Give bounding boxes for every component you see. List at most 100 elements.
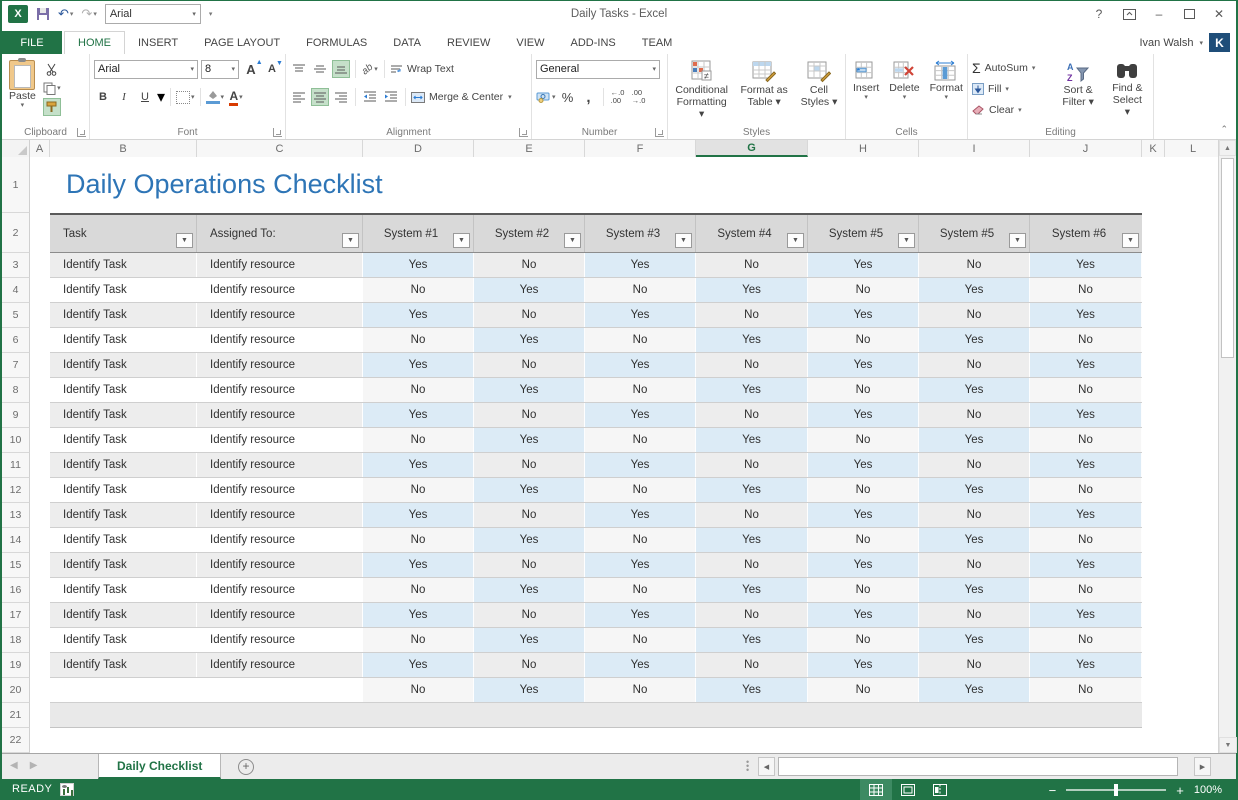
zoom-slider-thumb[interactable] xyxy=(1114,784,1118,796)
assigned-cell[interactable]: Identify resource xyxy=(197,653,363,677)
task-cell[interactable]: Identify Task xyxy=(50,478,197,502)
system-value-cell[interactable]: No xyxy=(1030,578,1142,602)
table-header-cell[interactable]: System #2▼ xyxy=(474,215,585,252)
increase-font-button[interactable]: A▲ xyxy=(242,60,260,78)
system-value-cell[interactable]: Yes xyxy=(363,453,474,477)
assigned-cell[interactable]: Identify resource xyxy=(197,603,363,627)
system-value-cell[interactable]: No xyxy=(919,603,1030,627)
system-value-cell[interactable]: Yes xyxy=(808,553,919,577)
delete-cells-button[interactable]: Delete▾ xyxy=(886,58,922,125)
scroll-down-button[interactable]: ▼ xyxy=(1219,737,1237,753)
system-value-cell[interactable]: No xyxy=(585,578,696,602)
assigned-cell[interactable]: Identify resource xyxy=(197,403,363,427)
system-value-cell[interactable]: No xyxy=(696,553,808,577)
assigned-cell[interactable]: Identify resource xyxy=(197,253,363,277)
row-header-22[interactable]: 22 xyxy=(2,728,30,753)
system-value-cell[interactable]: Yes xyxy=(585,253,696,277)
task-cell[interactable]: Identify Task xyxy=(50,278,197,302)
system-value-cell[interactable]: No xyxy=(474,353,585,377)
qat-customize-button[interactable]: ▾ xyxy=(209,10,213,18)
comma-style-button[interactable]: , xyxy=(580,88,598,106)
row-header-1[interactable]: 1 xyxy=(2,157,30,213)
system-value-cell[interactable]: No xyxy=(474,653,585,677)
filter-dropdown-button[interactable]: ▼ xyxy=(342,233,359,248)
system-value-cell[interactable]: Yes xyxy=(474,478,585,502)
decrease-decimal-button[interactable]: .00→.0 xyxy=(630,88,648,106)
system-value-cell[interactable]: Yes xyxy=(1030,303,1142,327)
system-value-cell[interactable]: Yes xyxy=(363,403,474,427)
sort-filter-button[interactable]: A Z Sort &Filter ▾ xyxy=(1056,58,1099,125)
assigned-cell[interactable]: Identify resource xyxy=(197,278,363,302)
system-value-cell[interactable]: No xyxy=(1030,478,1142,502)
column-header-E[interactable]: E xyxy=(474,140,585,157)
system-value-cell[interactable]: No xyxy=(919,403,1030,427)
align-bottom-button[interactable] xyxy=(332,60,350,78)
table-header-cell[interactable]: System #6▼ xyxy=(1030,215,1142,252)
system-value-cell[interactable]: Yes xyxy=(808,253,919,277)
system-value-cell[interactable]: No xyxy=(474,603,585,627)
column-header-H[interactable]: H xyxy=(808,140,919,157)
format-as-table-button[interactable]: Format asTable ▾ xyxy=(737,58,791,125)
bold-button[interactable]: B xyxy=(94,88,112,106)
system-value-cell[interactable]: No xyxy=(363,528,474,552)
row-header-11[interactable]: 11 xyxy=(2,453,30,478)
system-value-cell[interactable]: No xyxy=(363,428,474,452)
font-color-button[interactable]: A▾ xyxy=(227,88,245,106)
system-value-cell[interactable]: No xyxy=(696,653,808,677)
system-value-cell[interactable]: No xyxy=(585,278,696,302)
system-value-cell[interactable]: Yes xyxy=(808,453,919,477)
ribbon-tab-page-layout[interactable]: PAGE LAYOUT xyxy=(191,31,293,54)
font-name-combo[interactable]: Arial▾ xyxy=(94,60,198,79)
row-header-19[interactable]: 19 xyxy=(2,653,30,678)
task-cell[interactable]: Identify Task xyxy=(50,403,197,427)
clipboard-dialog-launcher[interactable] xyxy=(77,128,86,137)
system-value-cell[interactable]: Yes xyxy=(919,378,1030,402)
system-value-cell[interactable]: Yes xyxy=(696,528,808,552)
column-header-G[interactable]: G xyxy=(696,140,808,157)
system-value-cell[interactable]: No xyxy=(808,278,919,302)
increase-indent-button[interactable] xyxy=(382,88,400,106)
system-value-cell[interactable]: No xyxy=(1030,278,1142,302)
task-cell[interactable]: Identify Task xyxy=(50,603,197,627)
page-break-view-button[interactable] xyxy=(924,779,956,800)
system-value-cell[interactable]: Yes xyxy=(474,578,585,602)
system-value-cell[interactable]: No xyxy=(696,353,808,377)
system-value-cell[interactable]: No xyxy=(1030,628,1142,652)
row-header-9[interactable]: 9 xyxy=(2,403,30,428)
system-value-cell[interactable]: No xyxy=(808,678,919,702)
column-header-I[interactable]: I xyxy=(919,140,1030,157)
align-center-button[interactable] xyxy=(311,88,329,106)
system-value-cell[interactable]: No xyxy=(1030,328,1142,352)
align-right-button[interactable] xyxy=(332,88,350,106)
table-header-cell[interactable]: Task▼ xyxy=(50,215,197,252)
system-value-cell[interactable]: Yes xyxy=(696,478,808,502)
ribbon-tab-data[interactable]: DATA xyxy=(380,31,434,54)
task-cell[interactable]: Identify Task xyxy=(50,328,197,352)
autosum-button[interactable]: Σ AutoSum▾ xyxy=(972,58,1050,78)
minimize-button[interactable]: – xyxy=(1146,3,1172,25)
system-value-cell[interactable]: Yes xyxy=(474,628,585,652)
vertical-scroll-thumb[interactable] xyxy=(1221,158,1234,358)
assigned-cell[interactable]: Identify resource xyxy=(197,453,363,477)
alignment-dialog-launcher[interactable] xyxy=(519,128,528,137)
system-value-cell[interactable]: Yes xyxy=(808,303,919,327)
system-value-cell[interactable]: No xyxy=(1030,678,1142,702)
column-header-D[interactable]: D xyxy=(363,140,474,157)
system-value-cell[interactable]: No xyxy=(585,678,696,702)
system-value-cell[interactable]: Yes xyxy=(363,303,474,327)
system-value-cell[interactable]: No xyxy=(585,428,696,452)
task-cell[interactable]: Identify Task xyxy=(50,353,197,377)
system-value-cell[interactable]: No xyxy=(474,503,585,527)
system-value-cell[interactable]: Yes xyxy=(585,503,696,527)
system-value-cell[interactable]: No xyxy=(585,528,696,552)
system-value-cell[interactable]: Yes xyxy=(363,653,474,677)
system-value-cell[interactable]: No xyxy=(919,653,1030,677)
accounting-format-button[interactable]: ▾ xyxy=(536,88,556,106)
system-value-cell[interactable]: No xyxy=(585,628,696,652)
underline-button[interactable]: U xyxy=(136,88,154,106)
system-value-cell[interactable]: Yes xyxy=(919,578,1030,602)
percent-style-button[interactable]: % xyxy=(559,88,577,106)
paste-button[interactable]: Paste ▾ xyxy=(6,58,39,116)
system-value-cell[interactable]: No xyxy=(363,278,474,302)
insert-cells-button[interactable]: Insert▾ xyxy=(850,58,882,125)
